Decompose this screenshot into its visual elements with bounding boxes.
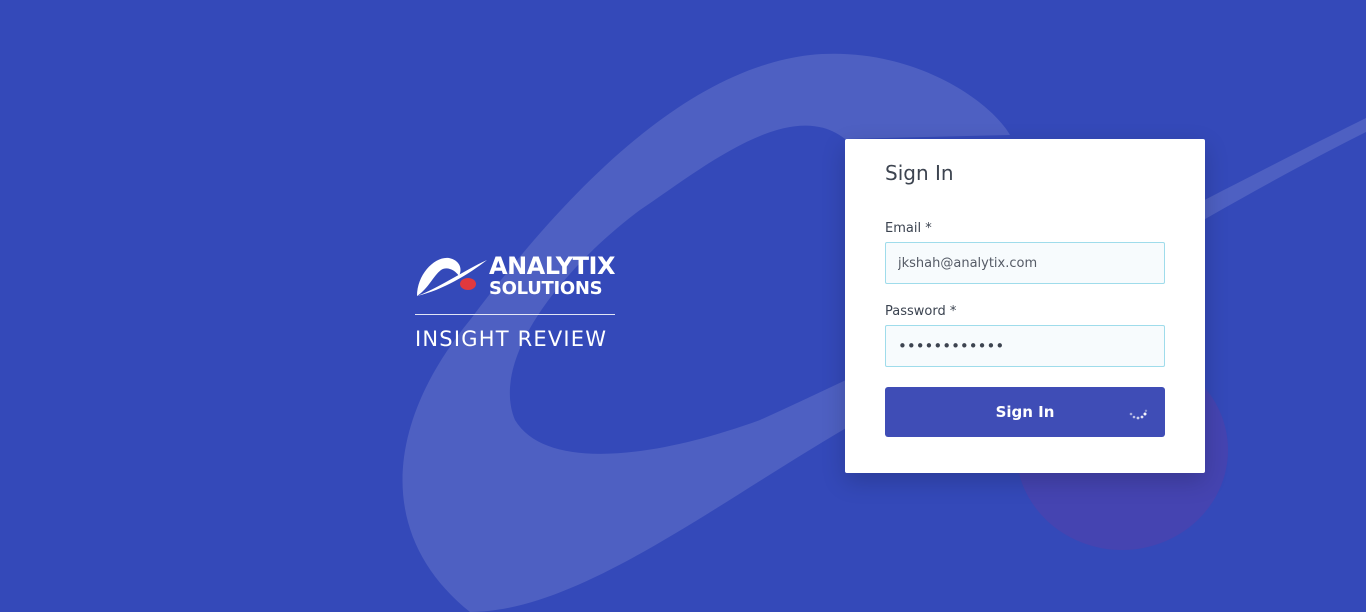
- loading-spinner-icon: [1129, 409, 1148, 420]
- email-field[interactable]: [885, 242, 1165, 284]
- password-field[interactable]: [885, 325, 1165, 367]
- brand-block: ANALYTIX SOLUTIONS INSIGHT REVIEW: [415, 254, 615, 351]
- signin-title: Sign In: [885, 161, 954, 185]
- signin-button-label: Sign In: [995, 403, 1055, 421]
- brand-wordmark-line2: SOLUTIONS: [489, 278, 603, 299]
- brand-wordmark: ANALYTIX SOLUTIONS: [489, 252, 615, 299]
- email-label: Email *: [885, 221, 932, 236]
- product-name: INSIGHT REVIEW: [415, 327, 608, 351]
- login-page: ANALYTIX SOLUTIONS INSIGHT REVIEW Sign I…: [0, 0, 1366, 612]
- brand-logo: ANALYTIX SOLUTIONS: [415, 254, 615, 298]
- analytix-logo-icon: [417, 257, 487, 296]
- password-label: Password *: [885, 304, 957, 319]
- brand-divider: [415, 314, 615, 315]
- brand-wordmark-line1: ANALYTIX: [489, 252, 615, 280]
- signin-card: Sign In Email * Password * Sign In: [845, 139, 1205, 473]
- signin-button[interactable]: Sign In: [885, 387, 1165, 437]
